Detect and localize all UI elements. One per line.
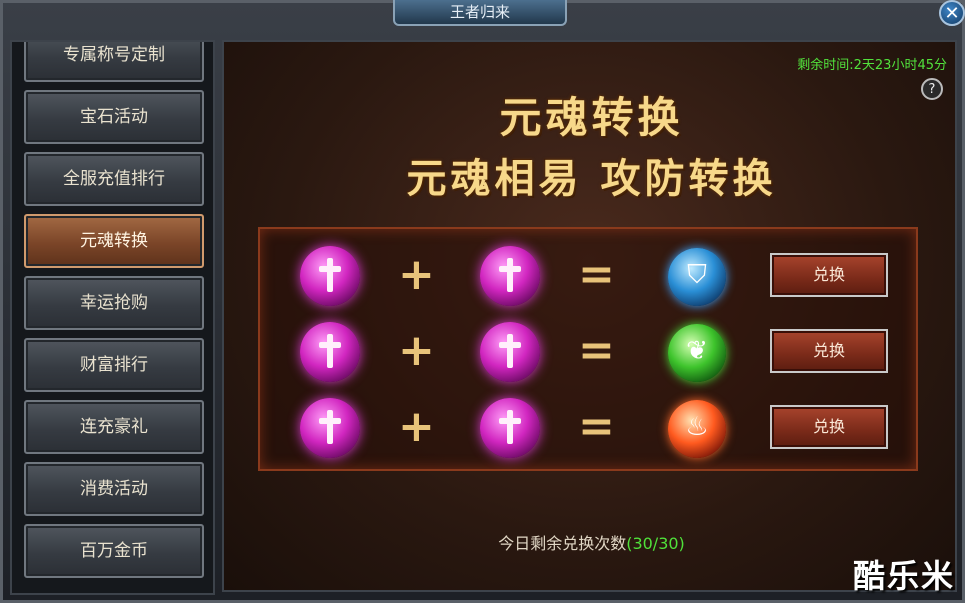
sidebar-item-server-recharge-rank[interactable]: 全服充值排行: [24, 152, 204, 206]
sidebar: 专属称号定制 宝石活动 全服充值排行 元魂转换 幸运抢购 财富排行 连充豪礼 消…: [10, 40, 215, 595]
exchange-row: + = ❦ 兑换: [260, 317, 916, 387]
watermark-logo: 酷乐米: [852, 557, 955, 595]
sidebar-item-spending-event[interactable]: 消费活动: [24, 462, 204, 516]
red-fire-soul-icon: ♨: [668, 400, 726, 458]
main-panel: 剩余时间:2天23小时45分 ? 元魂转换 元魂相易 攻防转换 + = ⛉ 兑换…: [222, 40, 957, 592]
exchange-row: + = ⛉ 兑换: [260, 241, 916, 311]
sidebar-item-gem-event[interactable]: 宝石活动: [24, 90, 204, 144]
remaining-count: (30/30): [626, 534, 685, 553]
purple-soul-orb-icon: [300, 246, 360, 306]
remaining-label: 今日剩余兑换次数: [498, 534, 627, 553]
page-subtitle: 元魂相易 攻防转换: [406, 156, 777, 202]
sidebar-item-soul-convert[interactable]: 元魂转换: [24, 214, 204, 268]
sidebar-item-lucky-buy[interactable]: 幸运抢购: [24, 276, 204, 330]
exchange-panel: + = ⛉ 兑换 + = ❦ 兑换 + = ♨ 兑换: [258, 227, 918, 471]
sidebar-item-continuous-recharge[interactable]: 连充豪礼: [24, 400, 204, 454]
equals-sign: =: [578, 325, 615, 376]
remaining-time: 剩余时间:2天23小时45分: [797, 58, 947, 73]
exchange-row: + = ♨ 兑换: [260, 393, 916, 463]
plus-sign: +: [398, 325, 435, 376]
close-button[interactable]: ✕: [939, 0, 965, 26]
page-title: 元魂转换: [499, 93, 684, 142]
purple-soul-orb-icon: [480, 322, 540, 382]
sidebar-item-title-custom[interactable]: 专属称号定制: [24, 42, 204, 82]
green-leaf-soul-icon: ❦: [668, 324, 726, 382]
remaining-exchanges: 今日剩余兑换次数(30/30): [224, 530, 955, 554]
exchange-button[interactable]: 兑换: [770, 405, 888, 449]
close-icon: ✕: [944, 3, 960, 24]
equals-sign: =: [578, 401, 615, 452]
plus-sign: +: [398, 249, 435, 300]
window-title: 王者归来: [393, 0, 567, 26]
sidebar-item-million-gold[interactable]: 百万金币: [24, 524, 204, 578]
purple-soul-orb-icon: [300, 398, 360, 458]
exchange-button[interactable]: 兑换: [770, 253, 888, 297]
exchange-button[interactable]: 兑换: [770, 329, 888, 373]
equals-sign: =: [578, 249, 615, 300]
blue-shield-soul-icon: ⛉: [668, 248, 726, 306]
purple-soul-orb-icon: [480, 398, 540, 458]
sidebar-item-wealth-rank[interactable]: 财富排行: [24, 338, 204, 392]
plus-sign: +: [398, 401, 435, 452]
purple-soul-orb-icon: [300, 322, 360, 382]
purple-soul-orb-icon: [480, 246, 540, 306]
